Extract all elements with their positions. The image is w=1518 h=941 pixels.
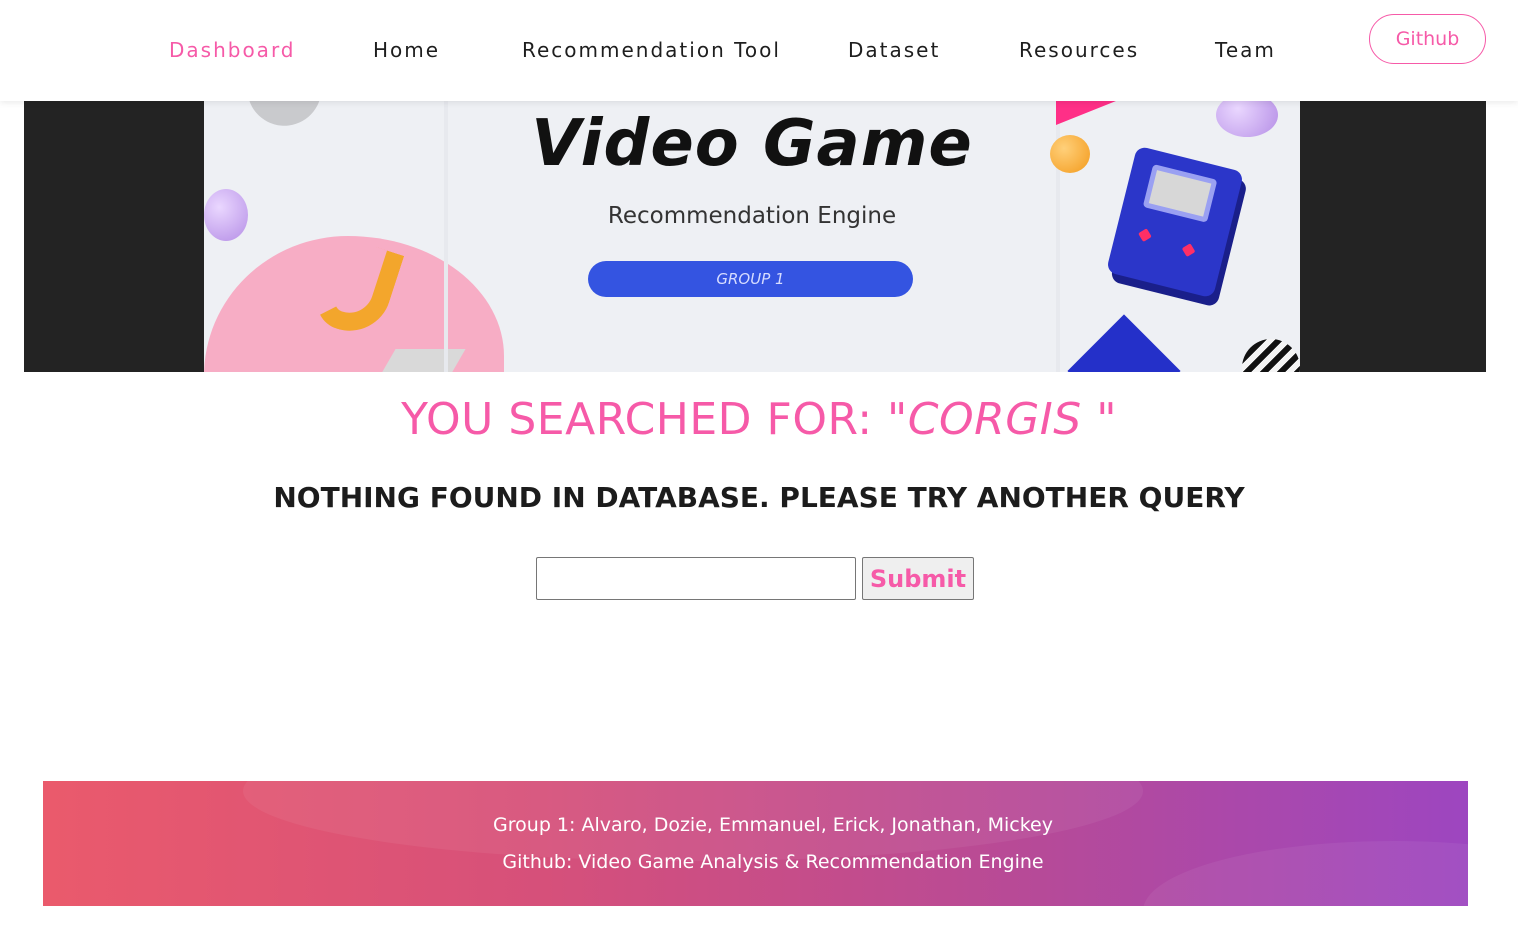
dpad-icon bbox=[1138, 228, 1152, 242]
submit-button[interactable]: Submit bbox=[862, 557, 974, 600]
striped-ball-decoration bbox=[1242, 339, 1300, 372]
github-button[interactable]: Github bbox=[1369, 14, 1486, 64]
banner-image: Video Game Recommendation Engine GROUP 1 bbox=[204, 101, 1300, 372]
footer-github-link[interactable]: Github: Video Game Analysis & Recommenda… bbox=[43, 851, 1468, 873]
hero-banner: Video Game Recommendation Engine GROUP 1 bbox=[24, 101, 1486, 372]
no-results-message: NOTHING FOUND IN DATABASE. PLEASE TRY AN… bbox=[273, 481, 1245, 514]
nav-recommendation-tool[interactable]: Recommendation Tool bbox=[522, 38, 781, 62]
searched-suffix: " bbox=[1081, 394, 1117, 445]
nav-resources[interactable]: Resources bbox=[1019, 38, 1139, 62]
search-result-heading: YOU SEARCHED FOR: "CORGIS " bbox=[0, 394, 1518, 445]
banner-subtitle: Recommendation Engine bbox=[607, 203, 897, 229]
nav-dashboard[interactable]: Dashboard bbox=[169, 38, 296, 62]
footer: Group 1: Alvaro, Dozie, Emmanuel, Erick,… bbox=[43, 781, 1468, 906]
a-button-icon bbox=[1181, 243, 1196, 257]
searched-prefix: YOU SEARCHED FOR: " bbox=[401, 394, 908, 445]
banner-title: Video Game bbox=[531, 107, 973, 181]
searched-query: CORGIS bbox=[907, 394, 1082, 445]
navbar: Dashboard Home Recommendation Tool Datas… bbox=[0, 0, 1518, 101]
blue-cube-decoration bbox=[1067, 314, 1181, 372]
nav-home[interactable]: Home bbox=[373, 38, 440, 62]
search-input[interactable] bbox=[536, 557, 856, 600]
footer-team-credits: Group 1: Alvaro, Dozie, Emmanuel, Erick,… bbox=[493, 814, 1053, 836]
nav-dataset[interactable]: Dataset bbox=[848, 38, 940, 62]
group-badge: GROUP 1 bbox=[588, 261, 913, 297]
nav-team[interactable]: Team bbox=[1215, 38, 1276, 62]
